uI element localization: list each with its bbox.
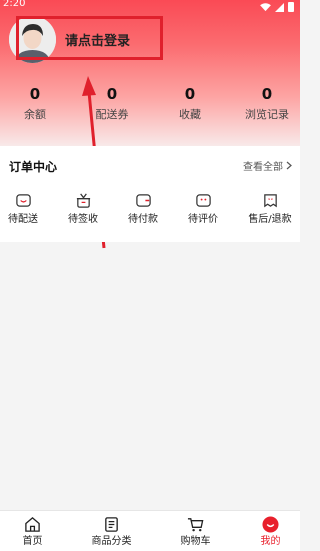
order-item-label: 待付款	[128, 214, 158, 225]
profile-icon	[262, 516, 279, 533]
order-pending-receipt[interactable]: 待签收	[53, 192, 113, 226]
wifi-icon	[260, 2, 271, 11]
stat-browsing-history[interactable]: 0 浏览记录	[232, 84, 302, 123]
pending-review-icon	[195, 194, 211, 207]
pending-delivery-icon	[15, 194, 31, 207]
account-stats: 0 余额 0 配送券 0 收藏 0 浏览记录	[0, 84, 300, 124]
view-all-label: 查看全部	[243, 162, 283, 173]
status-bar: 2:20	[0, 0, 300, 14]
stat-label: 收藏	[179, 108, 201, 121]
view-all-orders-link[interactable]: 查看全部	[243, 158, 292, 173]
stat-value: 0	[106, 85, 118, 103]
stat-label: 配送券	[95, 108, 129, 121]
tab-home[interactable]: 首页	[0, 516, 70, 548]
battery-icon	[288, 2, 294, 12]
tab-cart[interactable]: 购物车	[158, 516, 233, 548]
cart-icon	[187, 518, 204, 532]
order-after-sales[interactable]: 售后/退款	[240, 192, 300, 226]
chevron-right-icon	[286, 161, 292, 170]
tab-label: 我的	[260, 536, 281, 547]
tab-category[interactable]: 商品分类	[74, 516, 149, 548]
tab-label: 商品分类	[91, 536, 132, 547]
stat-value: 0	[184, 85, 196, 103]
status-time: 2:20	[3, 0, 26, 9]
signal-icon	[275, 2, 284, 12]
stat-delivery-coupons[interactable]: 0 配送券	[77, 84, 147, 123]
bottom-tab-bar: 首页 商品分类 购物车 我的	[0, 510, 300, 551]
tab-profile[interactable]: 我的	[233, 516, 308, 548]
stat-label: 浏览记录	[245, 108, 289, 121]
order-item-label: 待评价	[188, 214, 218, 225]
login-prompt[interactable]: 请点击登录	[65, 30, 130, 49]
category-icon	[105, 517, 118, 532]
order-pending-review[interactable]: 待评价	[173, 192, 233, 226]
stat-value: 0	[261, 85, 273, 103]
stat-value: 0	[29, 85, 41, 103]
order-pending-payment[interactable]: 待付款	[113, 192, 173, 226]
home-icon	[25, 517, 40, 532]
order-item-label: 待签收	[68, 214, 98, 225]
stat-label: 余额	[24, 108, 46, 121]
stat-favorites[interactable]: 0 收藏	[155, 84, 225, 123]
order-center-card: 订单中心 查看全部 待配送 待签收 待付款 待评价 售后/退款	[0, 146, 300, 242]
pending-payment-icon	[135, 194, 151, 207]
order-item-label: 售后/退款	[248, 214, 292, 225]
tab-label: 首页	[22, 536, 43, 547]
order-center-title: 订单中心	[9, 160, 58, 174]
after-sales-icon	[263, 194, 277, 208]
stat-balance[interactable]: 0 余额	[0, 84, 70, 123]
order-item-label: 待配送	[8, 214, 38, 225]
tab-label: 购物车	[180, 536, 211, 547]
order-pending-delivery[interactable]: 待配送	[0, 192, 53, 226]
pending-receipt-icon	[76, 193, 90, 208]
